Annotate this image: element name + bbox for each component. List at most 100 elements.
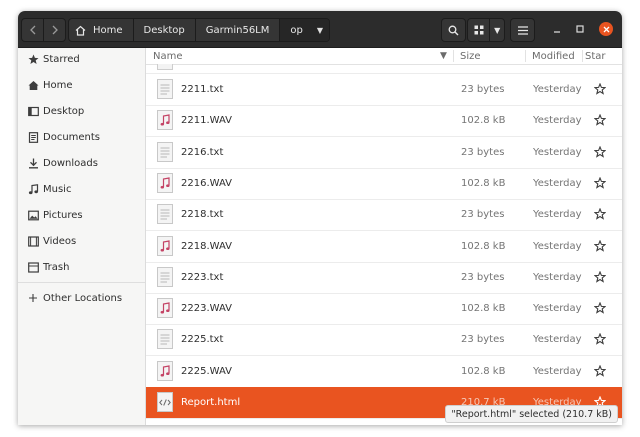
table-row[interactable]: 2211.txt 23 bytes Yesterday [146, 74, 622, 106]
table-row[interactable]: 2223.txt 23 bytes Yesterday [146, 262, 622, 294]
sidebar-item-label: Desktop [43, 105, 85, 117]
file-audio-icon [157, 172, 173, 193]
dropdown-arrow-icon: ▼ [316, 25, 323, 35]
back-button[interactable] [22, 19, 43, 41]
file-text-icon [157, 204, 173, 225]
file-size: 23 bytes [461, 209, 505, 221]
table-row[interactable]: 2216.txt 23 bytes Yesterday [146, 137, 622, 169]
file-modified: Yesterday [533, 334, 582, 346]
sidebar-item-starred[interactable]: Starred [18, 49, 145, 69]
table-row[interactable]: 2218.WAV 102.8 kB Yesterday [146, 231, 622, 263]
trash-icon [27, 261, 39, 273]
column-star[interactable]: Star [585, 48, 606, 64]
sidebar-item-documents[interactable]: Documents [18, 127, 145, 147]
column-separator [525, 50, 526, 62]
breadcrumb-current[interactable]: op ▼ [279, 19, 329, 41]
star-icon[interactable] [593, 207, 607, 220]
sidebar-item-other-locations[interactable]: Other Locations [18, 288, 145, 308]
breadcrumb-label: op [290, 24, 303, 36]
file-size: 23 bytes [461, 84, 505, 95]
column-modified[interactable]: Modified [532, 48, 575, 64]
file-name: 2223.txt [181, 271, 224, 283]
table-row[interactable]: 2225.txt 23 bytes Yesterday [146, 324, 622, 357]
column-size[interactable]: Size [460, 48, 481, 64]
file-name: 2225.WAV [181, 365, 233, 377]
home-icon [75, 25, 86, 36]
file-name: 2218.txt [181, 209, 224, 221]
file-name: 2211.txt [181, 84, 224, 95]
header-bar: Home Desktop Garmin56LM op ▼ ▼ [18, 11, 622, 48]
table-row[interactable]: 2225.WAV 102.8 kB Yesterday [146, 356, 622, 388]
star-icon [27, 53, 39, 65]
sidebar-item-trash[interactable]: Trash [18, 257, 145, 277]
search-icon [448, 25, 459, 35]
maximize-button[interactable] [573, 22, 587, 36]
sidebar-item-downloads[interactable]: Downloads [18, 153, 145, 173]
documents-icon [27, 131, 39, 143]
file-size: 23 bytes [461, 334, 505, 346]
file-audio-icon [157, 360, 173, 381]
sidebar-item-label: Documents [43, 131, 101, 143]
star-icon[interactable] [593, 113, 607, 127]
sidebar-item-videos[interactable]: Videos [18, 231, 145, 251]
file-text-icon [157, 266, 173, 287]
status-bar: "Report.html" selected (210.7 kB) [445, 405, 618, 423]
file-text-icon [157, 79, 173, 99]
breadcrumb-desktop[interactable]: Desktop [132, 19, 195, 41]
sidebar-item-desktop[interactable]: Desktop [18, 101, 145, 121]
music-icon [27, 183, 39, 195]
sidebar: Starred Home Desktop Documents Downloads [18, 48, 146, 425]
sort-arrow-icon: ▼ [440, 51, 447, 61]
sidebar-item-pictures[interactable]: Pictures [18, 205, 145, 225]
column-star-label: Star [585, 50, 606, 62]
star-icon[interactable] [593, 82, 607, 95]
star-icon[interactable] [593, 301, 607, 314]
file-size: 102.8 kB [461, 177, 506, 189]
file-name: 2216.txt [181, 146, 224, 158]
grid-view-button[interactable] [468, 19, 491, 41]
file-audio-icon [157, 298, 173, 319]
minimize-button[interactable] [550, 22, 564, 36]
table-row[interactable]: 2216.WAV 102.8 kB Yesterday [146, 168, 622, 200]
search-button[interactable] [441, 18, 466, 42]
hamburger-menu-icon [517, 25, 528, 35]
menu-button[interactable] [510, 18, 535, 42]
file-modified: Yesterday [533, 240, 582, 252]
column-size-label: Size [460, 50, 481, 62]
view-options-button[interactable]: ▼ [490, 19, 504, 41]
file-modified: Yesterday [533, 177, 582, 189]
pictures-icon [27, 209, 39, 221]
breadcrumb-home[interactable]: Home [69, 19, 133, 41]
navigation-buttons [21, 18, 66, 42]
table-row[interactable]: 2218.txt 23 bytes Yesterday [146, 199, 622, 232]
file-modified: Yesterday [533, 115, 582, 127]
column-name[interactable]: Name [153, 48, 183, 64]
star-icon[interactable] [593, 145, 607, 158]
downloads-icon [27, 157, 39, 169]
column-separator [453, 50, 454, 62]
sidebar-item-label: Other Locations [43, 292, 123, 304]
desktop-icon [27, 105, 39, 117]
sidebar-item-label: Downloads [43, 157, 98, 169]
star-icon[interactable] [593, 270, 607, 283]
sidebar-item-home[interactable]: Home [18, 75, 145, 95]
file-modified: Yesterday [533, 303, 582, 315]
file-name: 2211.WAV [181, 115, 233, 127]
minimize-icon [554, 31, 560, 33]
sidebar-item-music[interactable]: Music [18, 179, 145, 199]
file-modified: Yesterday [533, 209, 582, 221]
file-size: 23 bytes [461, 271, 505, 283]
close-button[interactable] [599, 22, 613, 36]
file-name: 2225.txt [181, 334, 224, 346]
star-icon[interactable] [593, 176, 607, 189]
star-icon[interactable] [593, 332, 607, 346]
star-icon[interactable] [593, 364, 607, 377]
forward-button[interactable] [43, 19, 65, 41]
file-audio-icon [157, 235, 173, 256]
file-size: 102.8 kB [461, 115, 506, 127]
breadcrumb-garmin[interactable]: Garmin56LM [194, 19, 280, 41]
table-row[interactable]: 2223.WAV 102.8 kB Yesterday [146, 293, 622, 326]
column-name-label: Name [153, 50, 183, 62]
table-row[interactable]: 2211.WAV 102.8 kB Yesterday [146, 105, 622, 138]
star-icon[interactable] [593, 239, 607, 252]
